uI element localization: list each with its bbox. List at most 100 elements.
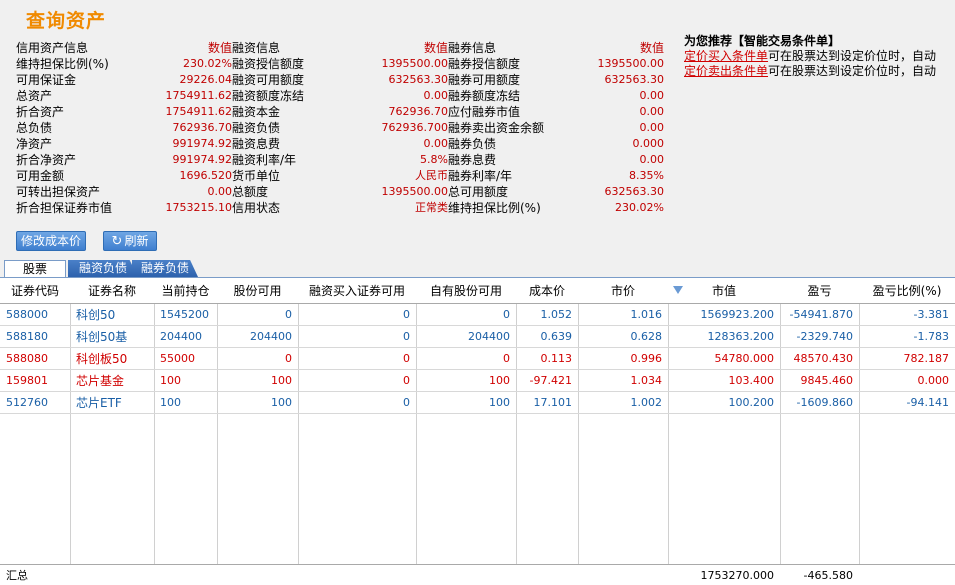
cell-pnl-pct: -3.381 <box>913 308 949 321</box>
info-value: 0.00 <box>639 153 665 166</box>
col-header-pnl-pct[interactable]: 盈亏比例(%) <box>859 278 955 304</box>
cell-margin-available: 0 <box>403 308 410 321</box>
short-info-column: 融券信息 数值 融券授信额度 1395500.00 融券可用额度 632563.30 … <box>448 40 664 216</box>
col-header-cost[interactable]: 成本价 <box>516 278 578 304</box>
info-label: 融券可用额度 <box>448 73 521 87</box>
cell-own-available: 100 <box>489 374 510 387</box>
info-value: 0.000 <box>632 137 665 150</box>
info-label: 折合担保证券市值 <box>16 201 113 215</box>
table-row[interactable]: 588180 科创50基 204400 204400 0 204400 0.63… <box>0 326 955 348</box>
cell-own-available: 100 <box>489 396 510 409</box>
info-label: 融资负债 <box>232 121 281 135</box>
info-value: 762936.70 <box>388 105 449 118</box>
info-label: 折合资产 <box>16 105 65 119</box>
info-value: 数值 <box>639 41 664 55</box>
info-row: 可用金额 1696.520 <box>16 168 232 184</box>
info-label: 融券信息 <box>448 41 497 55</box>
short-info-header: 融券信息 数值 <box>448 40 664 56</box>
info-row: 总额度 1395500.00 <box>232 184 448 200</box>
refresh-button[interactable]: ↻ 刷新 <box>103 231 157 251</box>
summary-label: 汇总 <box>6 569 28 582</box>
info-row: 融券利率/年 8.35% <box>448 168 664 184</box>
cell-market-value: 128363.200 <box>707 330 774 343</box>
table-row[interactable]: 159801 芯片基金 100 100 0 100 -97.421 1.034 … <box>0 370 955 392</box>
cell-pnl-pct: 0.000 <box>917 374 950 387</box>
info-label: 融资信息 <box>232 41 281 55</box>
col-header-market-value[interactable]: 市值 <box>668 278 780 304</box>
info-label: 融券卖出资金余额 <box>448 121 545 135</box>
col-header-margin-available[interactable]: 融资买入证券可用 <box>298 278 416 304</box>
info-label: 融资利率/年 <box>232 153 297 167</box>
info-label: 融券利率/年 <box>448 169 513 183</box>
info-label: 总资产 <box>16 89 53 103</box>
col-header-pnl[interactable]: 盈亏 <box>780 278 859 304</box>
cell-own-available: 0 <box>503 308 510 321</box>
cell-price: 0.996 <box>630 352 663 365</box>
tab-stocks[interactable]: 股票 <box>4 260 66 277</box>
info-value: 29226.04 <box>179 73 233 86</box>
cell-name: 科创50基 <box>76 330 128 344</box>
info-label: 货币单位 <box>232 169 281 183</box>
sell-condition-link[interactable]: 定价卖出条件单 <box>684 64 768 78</box>
recommend-sell-text: 可在股票达到设定价位时，自动 <box>768 64 937 78</box>
info-row: 融资负债 762936.700 <box>232 120 448 136</box>
info-row: 可用保证金 29226.04 <box>16 72 232 88</box>
table-row[interactable]: 588080 科创板50 55000 0 0 0 0.113 0.996 547… <box>0 348 955 370</box>
info-row: 应付融券市值 0.00 <box>448 104 664 120</box>
info-value: 230.02% <box>615 201 664 214</box>
info-label: 总负债 <box>16 121 53 135</box>
cell-holding: 1545200 <box>160 308 209 321</box>
col-header-name[interactable]: 证券名称 <box>70 278 154 304</box>
modify-cost-button[interactable]: 修改成本价 <box>16 231 86 251</box>
tab-short-debt[interactable]: 融券负债 <box>132 260 198 277</box>
cell-code: 159801 <box>6 374 48 387</box>
cell-margin-available: 0 <box>403 352 410 365</box>
tab-margin-debt[interactable]: 融资负债 <box>68 260 138 277</box>
info-label: 维持担保比例(%) <box>448 201 541 215</box>
cell-margin-available: 0 <box>403 396 410 409</box>
cell-cost: 17.101 <box>533 396 573 409</box>
info-label: 总可用额度 <box>448 185 509 199</box>
col-header-price[interactable]: 市价 <box>578 278 668 304</box>
info-label: 维持担保比例(%) <box>16 57 109 71</box>
buy-condition-link[interactable]: 定价买入条件单 <box>684 49 768 63</box>
info-value: 0.00 <box>639 105 665 118</box>
info-label: 总额度 <box>232 185 269 199</box>
cell-name: 芯片基金 <box>76 374 125 388</box>
cell-pnl: -1609.860 <box>796 396 853 409</box>
info-row: 融资利率/年 5.8% <box>232 152 448 168</box>
col-header-available[interactable]: 股份可用 <box>217 278 298 304</box>
info-row: 总负债 762936.70 <box>16 120 232 136</box>
cell-market-value: 1569923.200 <box>700 308 774 321</box>
cell-cost: 0.639 <box>540 330 573 343</box>
cell-holding: 100 <box>160 396 181 409</box>
info-value: 1395500.00 <box>597 57 664 70</box>
info-value: 1754911.62 <box>165 89 232 102</box>
info-label: 可用保证金 <box>16 73 77 87</box>
cell-available: 100 <box>271 374 292 387</box>
info-row: 总资产 1754911.62 <box>16 88 232 104</box>
info-value: 991974.92 <box>172 153 233 166</box>
table-row[interactable]: 512760 芯片ETF 100 100 0 100 17.101 1.002 … <box>0 392 955 414</box>
table-row[interactable]: 588000 科创50 1545200 0 0 0 1.052 1.016 15… <box>0 304 955 326</box>
col-header-holding[interactable]: 当前持仓 <box>154 278 217 304</box>
col-header-own-available[interactable]: 自有股份可用 <box>416 278 516 304</box>
info-row: 折合担保证券市值 1753215.10 <box>16 200 232 216</box>
info-label: 融券息费 <box>448 153 497 167</box>
summary-row: 汇总 1753270.000 -465.580 <box>0 564 955 585</box>
info-label: 可用金额 <box>16 169 65 183</box>
cell-pnl-pct: -94.141 <box>906 396 949 409</box>
info-value: 数值 <box>207 41 232 55</box>
info-value: 8.35% <box>629 169 664 182</box>
margin-info-header: 融资信息 数值 <box>232 40 448 56</box>
info-row: 折合净资产 991974.92 <box>16 152 232 168</box>
cell-pnl: -54941.870 <box>789 308 853 321</box>
cell-pnl-pct: 782.187 <box>903 352 950 365</box>
col-header-code[interactable]: 证券代码 <box>0 278 70 304</box>
cell-pnl-pct: -1.783 <box>913 330 949 343</box>
cell-holding: 55000 <box>160 352 195 365</box>
info-label: 净资产 <box>16 137 53 151</box>
recommend-title: 为您推荐【智能交易条件单】 <box>684 34 841 48</box>
table-header: 证券代码 证券名称 当前持仓 股份可用 融资买入证券可用 自有股份可用 成本价 … <box>0 278 955 304</box>
credit-info-header: 信用资产信息 数值 <box>16 40 232 56</box>
